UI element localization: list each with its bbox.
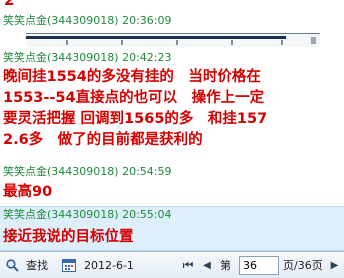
message-time: 20:36:09 (122, 14, 172, 27)
attachment-tick (66, 40, 68, 45)
message-time: 20:42:23 (122, 51, 172, 64)
message-header: 笑笑点金(344309018) 20:55:04 (3, 208, 171, 222)
chat-history-panel[interactable]: 2 笑笑点金(344309018) 20:36:09 笑笑点金(34430901… (0, 0, 344, 251)
message-time: 20:55:04 (122, 208, 172, 221)
history-toolbar: 查找 2012-6-1 ⏮ ◀ 第 页/36页 ▶ (0, 251, 344, 278)
first-page-icon[interactable]: ⏮ (181, 258, 195, 273)
message-time: 20:54:59 (122, 165, 172, 178)
search-button-label[interactable]: 查找 (26, 252, 48, 278)
prev-page-icon[interactable]: ◀ (201, 258, 213, 273)
attachment-tick (281, 40, 283, 45)
attachment-end-marker (311, 37, 316, 44)
message-body: 晚间挂1554的多没有挂的 当时价格在 1553--54直接点的也可以 操作上一… (3, 67, 341, 151)
calendar-icon[interactable] (62, 258, 76, 272)
sender-name: 笑笑点金(344309018) (3, 165, 119, 178)
page-number-input[interactable] (239, 256, 279, 275)
attachment-tick (176, 40, 178, 45)
page-count-label: 页/36页 (283, 259, 323, 272)
message-line: 要灵活把握 回调到1565的多 和挂157 (3, 111, 268, 127)
attachment-tick (121, 40, 123, 45)
sender-name: 笑笑点金(344309018) (3, 14, 119, 27)
message-header: 笑笑点金(344309018) 20:36:09 (3, 14, 171, 28)
message-line: 最高90 (3, 184, 53, 200)
message-line: 1553--54直接点的也可以 操作上一定 (3, 90, 265, 106)
message-body: 最高90 (3, 182, 341, 202)
message-line: 接近我说的目标位置 (3, 229, 134, 245)
chart-image-attachment[interactable] (26, 33, 320, 47)
sender-name: 笑笑点金(344309018) (3, 208, 119, 221)
message-header: 笑笑点金(344309018) 20:42:23 (3, 51, 171, 65)
sender-name: 笑笑点金(344309018) (3, 51, 119, 64)
message-header: 笑笑点金(344309018) 20:54:59 (3, 165, 171, 179)
attachment-bar (26, 36, 286, 39)
search-icon[interactable] (6, 259, 19, 272)
attachment-tick (231, 40, 233, 45)
message-line: 晚间挂1554的多没有挂的 当时价格在 (3, 69, 261, 85)
message-body: 接近我说的目标位置 (3, 227, 341, 247)
date-value[interactable]: 2012-6-1 (84, 252, 134, 278)
page-prefix-label: 第 (220, 259, 231, 272)
message-line: 2.6多 做了的目前都是获利的 (3, 132, 203, 148)
partial-message-text: 2 (4, 0, 15, 9)
next-page-icon[interactable]: ▶ (329, 258, 340, 273)
